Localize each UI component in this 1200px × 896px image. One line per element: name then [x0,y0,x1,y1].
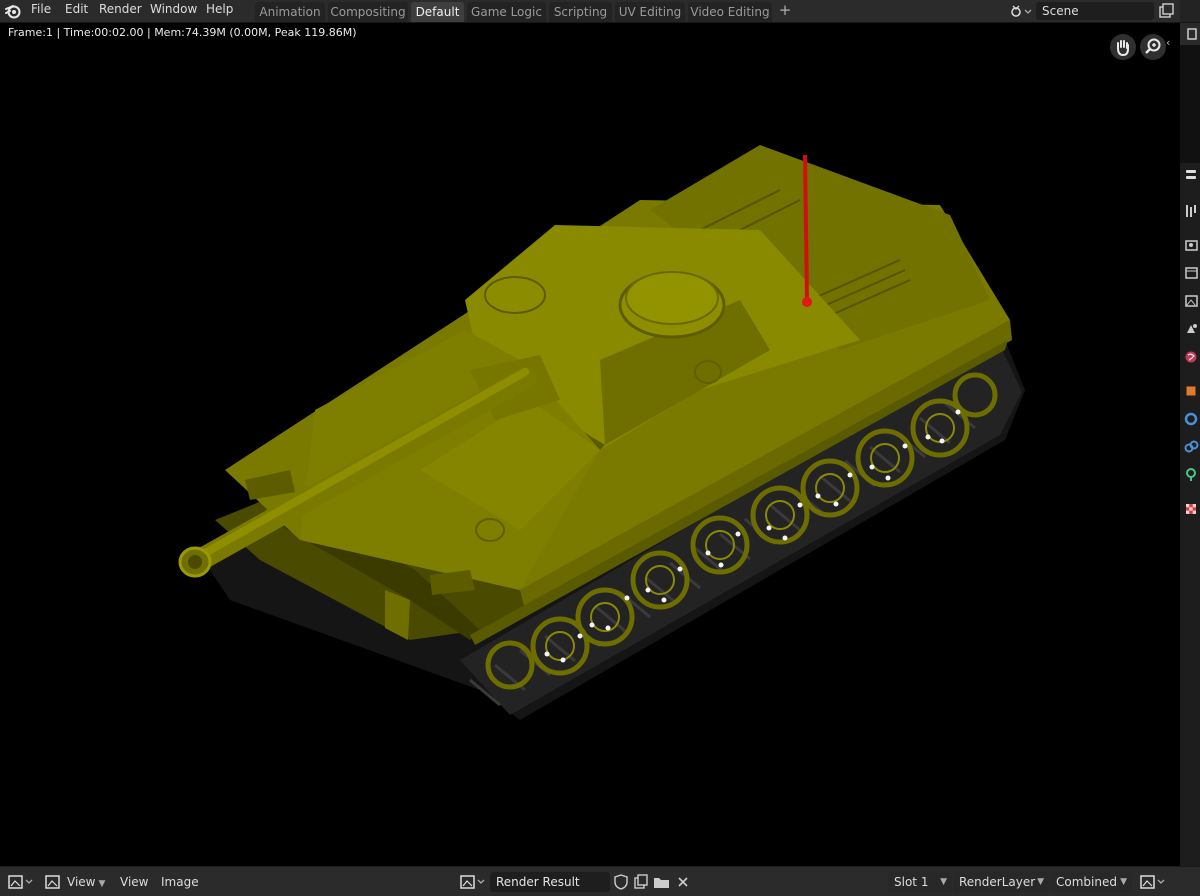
menu-view[interactable]: View [120,873,148,891]
editor-type-button[interactable] [6,872,36,892]
properties-tabs-column [1180,163,1200,866]
render-pass-dropdown[interactable]: Combined ▼ [1050,872,1132,892]
chevron-down-icon: ▼ [1120,877,1127,887]
physics-icon[interactable] [1182,465,1200,485]
zoom-icon[interactable] [1140,34,1166,60]
view-layer-icon[interactable] [1182,291,1200,311]
tank-render [178,145,1025,720]
texture-icon[interactable] [1182,499,1200,519]
new-image-icon[interactable] [632,872,650,892]
render-layer-dropdown[interactable]: RenderLayer ▼ [953,872,1049,892]
chevron-down-icon: ▼ [940,877,947,887]
tab-game-logic[interactable]: Game Logic [467,2,546,22]
output-icon[interactable] [1182,263,1200,283]
render-icon[interactable] [1182,235,1200,255]
chevron-down-icon: ▼ [98,879,106,889]
world-icon[interactable] [1182,347,1200,367]
blender-logo-icon[interactable] [4,2,22,20]
view-mode-label: View [67,875,96,889]
tab-video-editing[interactable]: Video Editing [688,2,772,22]
display-channels-button[interactable] [1138,872,1168,892]
tab-compositing[interactable]: Compositing [328,2,408,22]
menu-render[interactable]: Render [99,0,142,22]
hand-pan-icon[interactable] [1110,34,1136,60]
image-mode-icon[interactable] [44,872,62,892]
render-layer-label: RenderLayer [959,875,1036,889]
menu-window[interactable]: Window [150,0,197,22]
tab-animation[interactable]: Animation [255,2,325,22]
modifiers-icon[interactable] [1182,409,1200,429]
image-viewport[interactable]: Frame:1 | Time:00:02.00 | Mem:74.39M (0.… [0,23,1180,866]
tab-scripting[interactable]: Scripting [549,2,612,22]
scene-name-field[interactable]: Scene [1036,2,1154,20]
menu-edit[interactable]: Edit [65,0,88,22]
fake-user-shield-icon[interactable] [612,872,630,892]
particles-icon[interactable] [1182,437,1200,457]
chevron-down-icon: ▼ [1037,877,1044,887]
slot-dropdown[interactable]: Slot 1 ▼ [888,872,952,892]
scene-selector-icon[interactable] [1007,3,1033,19]
properties-tab-strip [1180,23,1200,866]
top-bar: File Edit Render Window Help Animation C… [0,0,1200,23]
image-editor-header: View ▼ View Image Render Result Slot 1 ▼ R… [0,866,1200,896]
properties-header [1180,23,1200,45]
tab-uv-editing[interactable]: UV Editing [615,2,685,22]
new-scene-icon[interactable] [1157,2,1175,20]
scene-icon[interactable] [1182,319,1200,339]
add-workspace-button[interactable]: + [776,2,794,20]
menu-file[interactable]: File [31,0,51,22]
tool-settings-icon[interactable] [1182,201,1200,221]
sidebar-collapse-icon[interactable]: ‹ [1166,36,1170,49]
top-right-region [1180,0,1200,22]
open-image-folder-icon[interactable] [652,872,672,892]
render-stats: Frame:1 | Time:00:02.00 | Mem:74.39M (0.… [8,26,357,39]
close-icon[interactable] [674,872,692,892]
slot-label: Slot 1 [894,875,929,889]
view-mode-dropdown[interactable]: View ▼ [67,873,105,891]
object-icon[interactable] [1182,381,1200,401]
menu-help[interactable]: Help [206,0,233,22]
render-pass-label: Combined [1056,875,1117,889]
tool-icon[interactable] [1182,167,1200,187]
tab-default[interactable]: Default [411,2,464,22]
menu-image[interactable]: Image [161,873,199,891]
image-name-field[interactable]: Render Result [490,872,610,892]
browse-image-button[interactable] [458,872,488,892]
